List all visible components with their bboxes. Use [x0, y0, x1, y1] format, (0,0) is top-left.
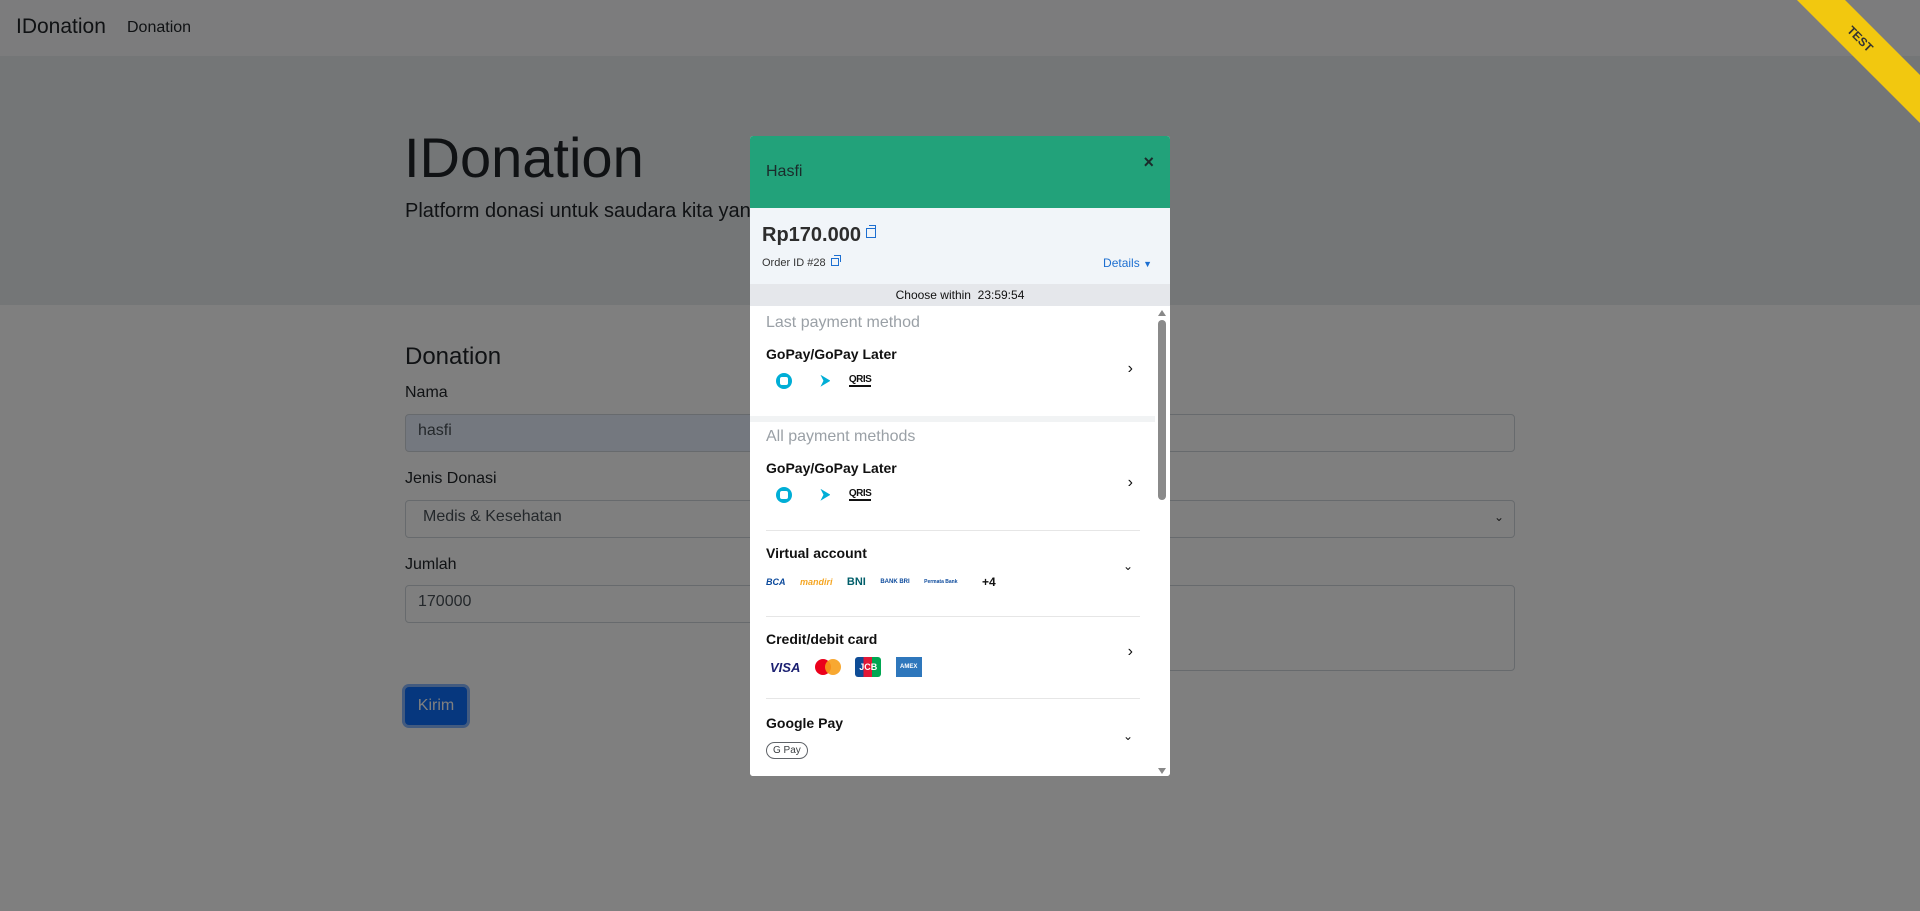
modal-header: Hasfi × [750, 136, 1170, 208]
more-banks-count: +4 [981, 574, 996, 589]
order-id: Order ID #28 [762, 257, 826, 269]
payment-methods-list[interactable]: Last payment method GoPay/GoPay Later QR… [750, 306, 1170, 776]
timer-label: Choose within [895, 288, 971, 302]
payment-method-title: Google Pay [766, 715, 844, 731]
google-pay-logo: G Pay [766, 742, 808, 760]
all-payment-section-title: All payment methods [766, 428, 916, 445]
jcb-logo: JCB [855, 657, 882, 677]
scroll-up-arrow-icon[interactable] [1158, 310, 1166, 316]
payment-method-google-pay[interactable]: Google Pay G Pay ⌄ [750, 699, 1155, 776]
last-payment-section-title: Last payment method [766, 314, 920, 331]
payment-method-virtual-account[interactable]: Virtual account BCA mandiri BNI BANK BRI… [750, 531, 1155, 616]
amex-logo: AMEX [895, 657, 922, 677]
payment-logos: QRIS [766, 486, 881, 510]
payment-method-title: GoPay/GoPay Later [766, 460, 897, 476]
amount-value: Rp170.000 [762, 224, 861, 246]
payment-method-title: Virtual account [766, 545, 867, 561]
payment-modal: Hasfi × Rp170.000 Order ID #28 Details ▼… [750, 136, 1170, 776]
close-icon[interactable]: × [1143, 152, 1154, 173]
chevron-down-icon: ⌄ [1122, 729, 1133, 743]
bri-logo: BANK BRI [880, 578, 910, 585]
card-logos: VISA JCB AMEX [766, 657, 932, 681]
bca-logo: BCA [766, 576, 786, 587]
details-label: Details [1103, 256, 1140, 270]
gopay-icon [776, 372, 792, 389]
gopay-later-icon [818, 373, 832, 389]
timer-bar: Choose within 23:59:54 [750, 284, 1170, 306]
chevron-right-icon: › [1127, 643, 1133, 660]
scroll-down-arrow-icon[interactable] [1158, 768, 1166, 774]
copy-icon[interactable] [830, 255, 841, 266]
bank-logos: BCA mandiri BNI BANK BRI Permata Bank +4 [766, 573, 1006, 597]
payment-method-gopay[interactable]: GoPay/GoPay Later QRIS › [750, 448, 1155, 530]
gopay-later-icon [818, 487, 832, 503]
payment-method-title: GoPay/GoPay Later [766, 346, 897, 362]
bni-logo: BNI [846, 575, 866, 588]
copy-icon[interactable] [865, 225, 876, 238]
amount-row: Rp170.000 [762, 224, 876, 247]
mastercard-logo [814, 659, 841, 675]
permata-logo: Permata Bank [924, 578, 958, 585]
chevron-right-icon: › [1127, 474, 1133, 491]
scrollbar[interactable] [1157, 306, 1167, 776]
mandiri-logo: mandiri [799, 576, 833, 587]
merchant-name: Hasfi [766, 163, 803, 180]
qris-icon: QRIS [848, 487, 872, 501]
details-toggle[interactable]: Details ▼ [1103, 256, 1152, 270]
chevron-down-icon: ⌄ [1122, 559, 1133, 573]
section-separator [750, 416, 1155, 422]
chevron-right-icon: › [1127, 360, 1133, 377]
payment-method-title: Credit/debit card [766, 631, 878, 647]
caret-down-icon: ▼ [1143, 259, 1152, 269]
payment-logos: QRIS [766, 372, 881, 396]
gpay-logos: G Pay [766, 742, 818, 766]
order-id-row: Order ID #28 [762, 255, 841, 269]
visa-logo: VISA [770, 659, 801, 675]
payment-method-card[interactable]: Credit/debit card VISA JCB AMEX › [750, 617, 1155, 699]
order-summary: Rp170.000 Order ID #28 Details ▼ [750, 208, 1170, 284]
gopay-icon [776, 486, 792, 503]
scroll-thumb[interactable] [1158, 320, 1166, 500]
qris-icon: QRIS [848, 373, 872, 387]
payment-method-last-gopay[interactable]: GoPay/GoPay Later QRIS › [750, 334, 1155, 416]
countdown-timer: 23:59:54 [977, 288, 1025, 302]
